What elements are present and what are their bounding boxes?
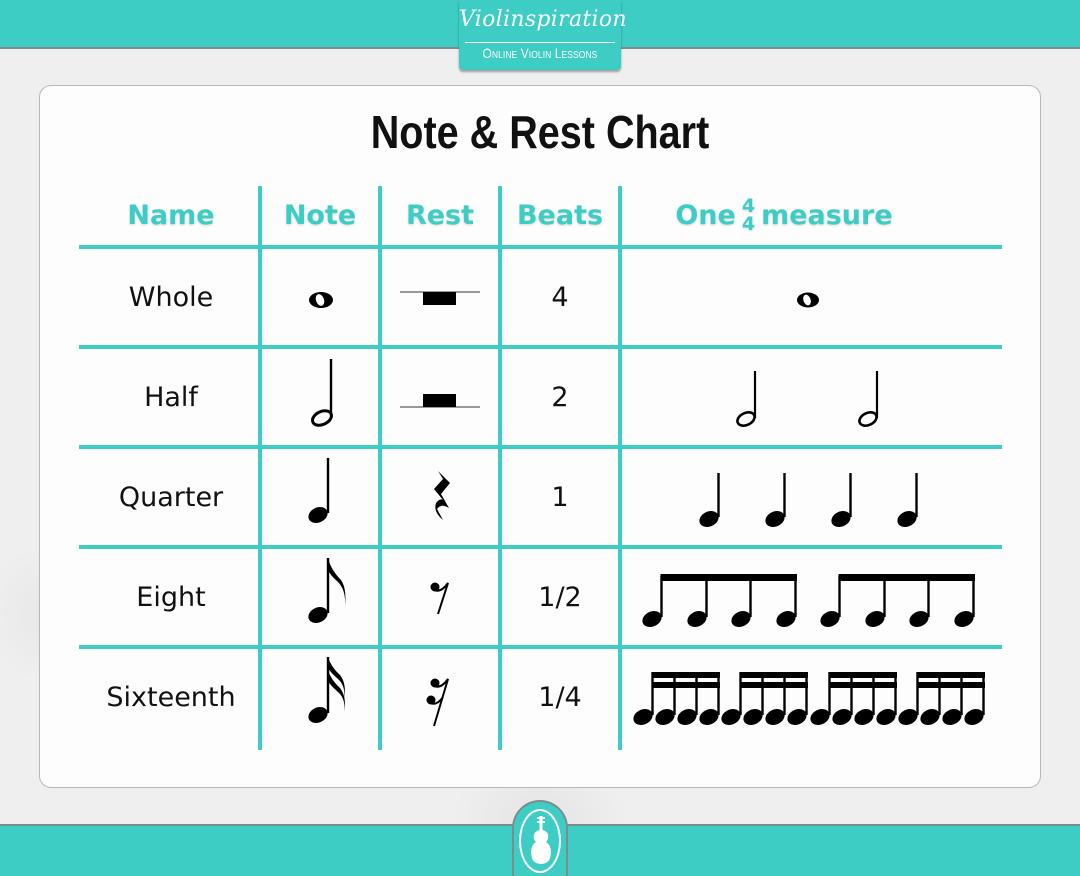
sixteenth-note xyxy=(898,672,919,726)
eighth-note xyxy=(909,576,930,628)
eighth-note xyxy=(865,576,886,628)
sixteenth-note xyxy=(677,672,698,726)
measure-half-icon xyxy=(736,371,879,427)
beam xyxy=(838,574,975,581)
measure-quarter-icon xyxy=(699,473,918,528)
sixteenth-note xyxy=(743,672,764,726)
sixteenth-note xyxy=(699,672,720,726)
violin-icon xyxy=(531,816,551,864)
eighth-note xyxy=(731,576,752,628)
eighth-note-icon xyxy=(305,558,346,627)
sixteenth-note xyxy=(920,672,941,726)
quarter-note-icon xyxy=(305,458,331,527)
half-note xyxy=(858,371,879,427)
sixteenth-note xyxy=(876,672,897,726)
eighth-note xyxy=(820,576,841,628)
beam xyxy=(651,682,720,688)
half-note-icon xyxy=(311,359,333,427)
half-note xyxy=(736,371,757,427)
eighth-note xyxy=(776,576,797,628)
half-rest-icon xyxy=(400,394,480,408)
whole-rest-icon xyxy=(400,291,480,305)
quarter-note xyxy=(765,473,786,528)
eighth-note xyxy=(687,576,708,628)
sixteenth-note xyxy=(832,672,853,726)
eighth-rest-icon xyxy=(430,582,449,615)
beam xyxy=(651,672,720,678)
quarter-rest-icon xyxy=(434,471,450,520)
quarter-note xyxy=(831,473,852,528)
whole-note-icon xyxy=(309,292,333,308)
eighth-note xyxy=(954,576,975,628)
beam xyxy=(739,682,808,688)
beam xyxy=(916,682,985,688)
sixteenth-note xyxy=(787,672,808,726)
sixteenth-note xyxy=(765,672,786,726)
sixteenth-note xyxy=(854,672,875,726)
sixteenth-note xyxy=(942,672,963,726)
measure-sixteenth-icon xyxy=(633,672,985,726)
quarter-note xyxy=(897,473,918,528)
measure-eighth-icon xyxy=(642,574,975,628)
beam xyxy=(916,672,985,678)
beam xyxy=(739,672,808,678)
sixteenth-note xyxy=(964,672,985,726)
sixteenth-note xyxy=(655,672,676,726)
music-symbols-layer xyxy=(305,291,985,727)
beam xyxy=(828,682,897,688)
beam xyxy=(828,672,897,678)
sixteenth-note-icon xyxy=(305,657,345,727)
footer-emblem[interactable] xyxy=(512,800,568,876)
quarter-note xyxy=(699,473,720,528)
sixteenth-note xyxy=(633,672,654,726)
sixteenth-rest-icon xyxy=(426,678,449,727)
eighth-note xyxy=(642,576,663,628)
sixteenth-note xyxy=(721,672,742,726)
beam xyxy=(660,574,797,581)
sixteenth-note xyxy=(810,672,831,726)
measure-whole-icon xyxy=(797,292,819,308)
